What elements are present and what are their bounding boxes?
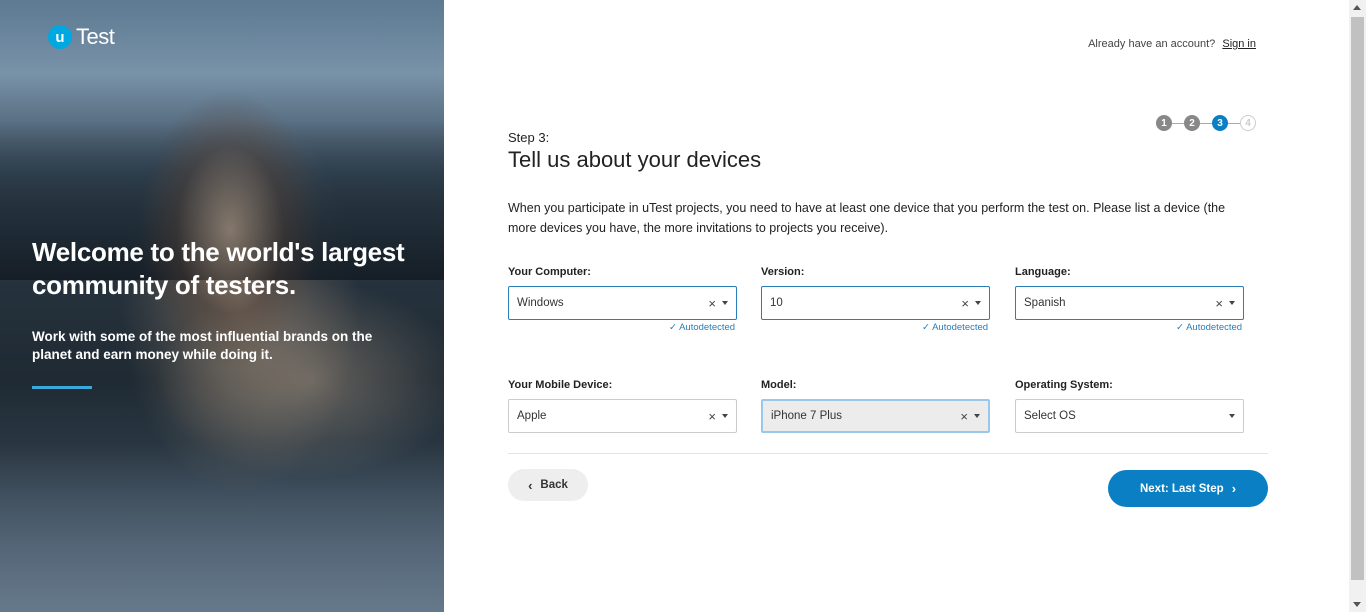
clear-icon[interactable]: × bbox=[961, 296, 969, 311]
chevron-right-icon: › bbox=[1231, 481, 1237, 496]
step-indicator-3: 3 bbox=[1212, 115, 1228, 131]
step-connector bbox=[1172, 122, 1184, 124]
computer-autodetected: ✓ Autodetected bbox=[669, 322, 736, 333]
model-label: Model: bbox=[761, 379, 797, 391]
step-label: Step 3: bbox=[508, 130, 550, 145]
clear-icon[interactable]: × bbox=[708, 296, 716, 311]
chevron-down-icon[interactable] bbox=[975, 301, 981, 305]
step-indicator-1: 1 bbox=[1156, 115, 1172, 131]
chevron-down-icon[interactable] bbox=[1229, 301, 1235, 305]
signup-page: u Test Welcome to the world's largest co… bbox=[0, 0, 1366, 612]
hero-subtitle: Work with some of the most influential b… bbox=[32, 329, 373, 362]
page-title: Tell us about your devices bbox=[508, 147, 762, 172]
os-select[interactable]: Select OS bbox=[1015, 399, 1244, 433]
computer-label: Your Computer: bbox=[508, 266, 591, 278]
chevron-left-icon: ‹ bbox=[528, 477, 533, 493]
version-label: Version: bbox=[761, 266, 805, 278]
step-connector bbox=[1200, 122, 1212, 124]
clear-icon[interactable]: × bbox=[708, 409, 716, 424]
scroll-down-icon[interactable] bbox=[1353, 602, 1361, 607]
model-value: iPhone 7 Plus bbox=[771, 410, 842, 422]
model-select[interactable]: iPhone 7 Plus × bbox=[761, 399, 990, 433]
language-value: Spanish bbox=[1024, 297, 1066, 309]
clear-icon[interactable]: × bbox=[960, 409, 968, 424]
logo-text: Test bbox=[76, 24, 115, 49]
next-button-label: Next: Last Step bbox=[1139, 482, 1224, 495]
logo-mark: u bbox=[48, 25, 72, 49]
scrollbar[interactable] bbox=[1349, 0, 1366, 612]
chevron-down-icon[interactable] bbox=[1229, 414, 1235, 418]
step-connector bbox=[1228, 122, 1240, 124]
chevron-down-icon[interactable] bbox=[722, 301, 728, 305]
language-autodetected: ✓ Autodetected bbox=[1176, 322, 1243, 333]
account-prompt-text: Already have an account? bbox=[1088, 38, 1216, 50]
language-label: Language: bbox=[1015, 266, 1071, 278]
mobile-device-select[interactable]: Apple × bbox=[508, 399, 737, 433]
chevron-down-icon[interactable] bbox=[974, 414, 980, 418]
hero-panel: u Test Welcome to the world's largest co… bbox=[0, 0, 444, 612]
next-button[interactable]: Next: Last Step › bbox=[1108, 470, 1268, 507]
language-select[interactable]: Spanish × bbox=[1015, 286, 1244, 320]
step-indicator-2: 2 bbox=[1184, 115, 1200, 131]
step-indicator-4: 4 bbox=[1240, 115, 1256, 131]
os-label: Operating System: bbox=[1015, 379, 1113, 391]
back-button-label: Back bbox=[540, 479, 568, 491]
clear-icon[interactable]: × bbox=[1215, 296, 1223, 311]
scroll-up-icon[interactable] bbox=[1353, 5, 1361, 10]
back-button[interactable]: ‹ Back bbox=[508, 469, 588, 501]
mobile-device-value: Apple bbox=[517, 410, 547, 422]
hero-accent-line bbox=[32, 386, 92, 389]
hero-background-water bbox=[0, 442, 444, 612]
hero-title: Welcome to the world's largest community… bbox=[32, 237, 405, 300]
sign-in-link[interactable]: Sign in bbox=[1222, 38, 1256, 50]
version-value: 10 bbox=[770, 297, 783, 309]
mobile-device-label: Your Mobile Device: bbox=[508, 379, 613, 391]
computer-select[interactable]: Windows × bbox=[508, 286, 737, 320]
chevron-down-icon[interactable] bbox=[722, 414, 728, 418]
os-placeholder: Select OS bbox=[1024, 410, 1076, 422]
version-select[interactable]: 10 × bbox=[761, 286, 990, 320]
version-autodetected: ✓ Autodetected bbox=[922, 322, 989, 333]
computer-value: Windows bbox=[517, 297, 564, 309]
scrollbar-thumb[interactable] bbox=[1351, 17, 1364, 580]
account-prompt: Already have an account? Sign in bbox=[1088, 38, 1256, 50]
step-description: When you participate in uTest projects, … bbox=[508, 201, 1226, 235]
form-divider bbox=[508, 453, 1268, 454]
progress-stepper: 1 2 3 4 bbox=[1156, 115, 1256, 131]
utest-logo[interactable]: u Test bbox=[48, 24, 115, 50]
